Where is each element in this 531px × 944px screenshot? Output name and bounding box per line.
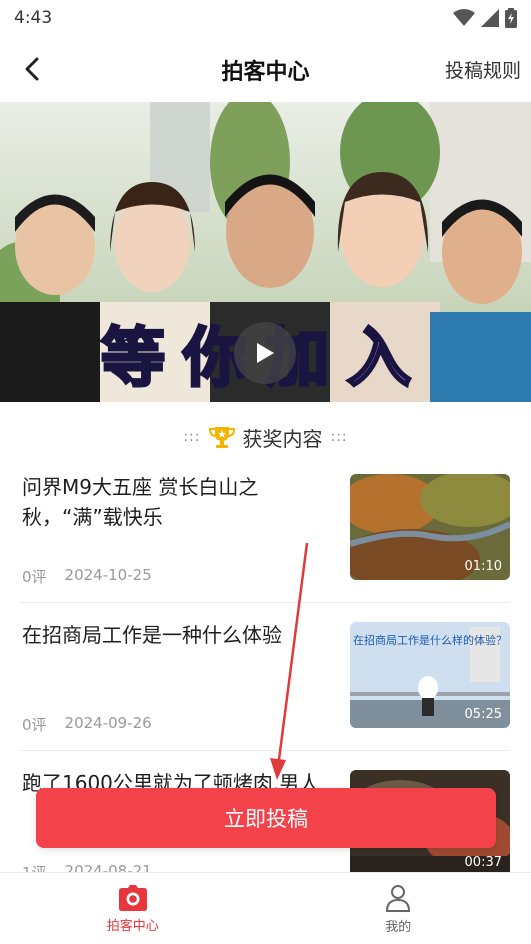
wifi-icon — [453, 9, 475, 26]
signal-icon — [481, 9, 499, 27]
nav-bar: 拍客中心 投稿规则 — [0, 40, 531, 100]
thumb-caption: 在招商局工作是什么样的体验？ — [353, 633, 507, 647]
person-icon — [386, 884, 411, 912]
status-bar: 4:43 — [0, 0, 531, 36]
back-arrow-icon[interactable] — [18, 54, 48, 84]
divider — [20, 602, 510, 603]
play-button[interactable] — [234, 322, 296, 384]
submit-now-button[interactable]: 立即投稿 — [36, 788, 496, 848]
section-title: 获奖内容 — [242, 426, 323, 451]
tab-mine[interactable]: 我的 — [266, 873, 531, 944]
article-title: 问界M9大五座 赏长白山之秋，“满”载快乐 — [22, 475, 259, 529]
article-date: 2024-10-25 — [64, 566, 152, 584]
section-dots-left: ::: — [183, 429, 201, 445]
battery-icon — [505, 8, 517, 28]
article-date: 2024-09-26 — [64, 714, 152, 732]
tab-pake-center[interactable]: 拍客中心 — [0, 873, 266, 944]
list-item[interactable]: 问界M9大五座 赏长白山之秋，“满”载快乐 0评 2024-10-25 01:1… — [20, 466, 510, 603]
system-icons — [453, 8, 517, 28]
section-dots-right: ::: — [330, 429, 348, 445]
video-duration: 00:37 — [464, 855, 502, 870]
camera-icon — [118, 884, 147, 911]
article-title: 在招商局工作是一种什么体验 — [22, 623, 282, 647]
play-icon — [257, 343, 274, 363]
comment-count: 0评 — [22, 716, 47, 734]
divider — [20, 750, 510, 751]
video-duration: 01:10 — [464, 559, 502, 574]
video-duration: 05:25 — [464, 707, 502, 722]
status-time: 4:43 — [14, 8, 53, 28]
comment-count: 0评 — [22, 568, 47, 586]
section-header: ::: 获奖内容 ::: — [0, 420, 531, 454]
submission-rules-link[interactable]: 投稿规则 — [445, 56, 521, 83]
bottom-tab-bar: 拍客中心 我的 — [0, 872, 531, 944]
article-meta: 0评 2024-09-26 — [22, 714, 152, 735]
list-item[interactable]: 在招商局工作是一种什么体验 0评 2024-09-26 在招商局工作是什么样的体… — [20, 614, 510, 751]
article-thumbnail[interactable]: 01:10 — [350, 474, 510, 580]
tab-label: 我的 — [385, 919, 412, 935]
article-thumbnail[interactable]: 在招商局工作是什么样的体验？ 05:25 — [350, 622, 510, 728]
trophy-icon — [208, 427, 235, 448]
article-meta: 0评 2024-10-25 — [22, 566, 152, 587]
tab-label: 拍客中心 — [106, 918, 159, 934]
banner-video[interactable]: 等你加入 — [0, 102, 531, 402]
